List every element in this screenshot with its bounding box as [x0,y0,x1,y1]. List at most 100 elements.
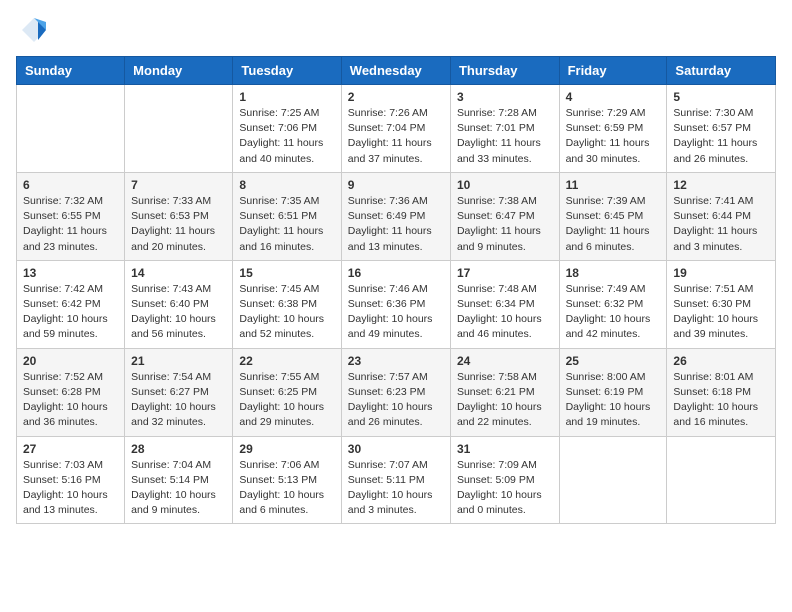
calendar-cell: 18 Sunrise: 7:49 AM Sunset: 6:32 PM Dayli… [559,260,667,348]
calendar-cell: 22 Sunrise: 7:55 AM Sunset: 6:25 PM Dayli… [233,348,341,436]
day-number: 9 [348,178,444,192]
calendar-cell: 30 Sunrise: 7:07 AM Sunset: 5:11 PM Dayli… [341,436,450,524]
calendar-week-row: 20Sunrise: 7:52 AM Sunset: 6:28 PM Dayli… [17,348,776,436]
day-info: Sunrise: 8:01 AM Sunset: 6:18 PM Dayligh… [673,370,769,431]
calendar-cell: 11 Sunrise: 7:39 AM Sunset: 6:45 PM Dayli… [559,172,667,260]
day-info: Sunrise: 7:58 AM Sunset: 6:21 PM Dayligh… [457,370,553,431]
day-info: Sunrise: 7:36 AM Sunset: 6:49 PM Dayligh… [348,194,444,255]
day-info: Sunrise: 7:33 AM Sunset: 6:53 PM Dayligh… [131,194,226,255]
calendar-cell [17,85,125,173]
day-number: 21 [131,354,226,368]
day-info: Sunrise: 7:48 AM Sunset: 6:34 PM Dayligh… [457,282,553,343]
day-number: 28 [131,442,226,456]
day-number: 18 [566,266,661,280]
weekday-header-wednesday: Wednesday [341,57,450,85]
day-number: 3 [457,90,553,104]
day-info: Sunrise: 7:28 AM Sunset: 7:01 PM Dayligh… [457,106,553,167]
calendar-cell: 27 Sunrise: 7:03 AM Sunset: 5:16 PM Dayli… [17,436,125,524]
day-number: 14 [131,266,226,280]
day-number: 23 [348,354,444,368]
weekday-header-monday: Monday [125,57,233,85]
calendar-cell: 26 Sunrise: 8:01 AM Sunset: 6:18 PM Dayli… [667,348,776,436]
weekday-header-saturday: Saturday [667,57,776,85]
calendar-cell: 23Sunrise: 7:57 AM Sunset: 6:23 PM Dayli… [341,348,450,436]
day-info: Sunrise: 7:39 AM Sunset: 6:45 PM Dayligh… [566,194,661,255]
calendar-cell [559,436,667,524]
calendar-week-row: 27 Sunrise: 7:03 AM Sunset: 5:16 PM Dayli… [17,436,776,524]
calendar-cell: 12 Sunrise: 7:41 AM Sunset: 6:44 PM Dayli… [667,172,776,260]
day-info: Sunrise: 7:45 AM Sunset: 6:38 PM Dayligh… [239,282,334,343]
logo [16,16,48,44]
logo-icon [20,16,48,44]
day-info: Sunrise: 7:38 AM Sunset: 6:47 PM Dayligh… [457,194,553,255]
calendar-cell: 13 Sunrise: 7:42 AM Sunset: 6:42 PM Dayli… [17,260,125,348]
calendar-week-row: 1 Sunrise: 7:25 AM Sunset: 7:06 PM Daylig… [17,85,776,173]
weekday-header-friday: Friday [559,57,667,85]
calendar-cell: 19 Sunrise: 7:51 AM Sunset: 6:30 PM Dayli… [667,260,776,348]
calendar-cell: 20Sunrise: 7:52 AM Sunset: 6:28 PM Dayli… [17,348,125,436]
calendar-cell: 5 Sunrise: 7:30 AM Sunset: 6:57 PM Daylig… [667,85,776,173]
day-info: Sunrise: 7:30 AM Sunset: 6:57 PM Dayligh… [673,106,769,167]
day-number: 11 [566,178,661,192]
day-info: Sunrise: 7:09 AM Sunset: 5:09 PM Dayligh… [457,458,553,519]
calendar-cell: 9 Sunrise: 7:36 AM Sunset: 6:49 PM Daylig… [341,172,450,260]
calendar-week-row: 6 Sunrise: 7:32 AM Sunset: 6:55 PM Daylig… [17,172,776,260]
weekday-header-tuesday: Tuesday [233,57,341,85]
day-info: Sunrise: 7:49 AM Sunset: 6:32 PM Dayligh… [566,282,661,343]
day-number: 10 [457,178,553,192]
day-info: Sunrise: 7:29 AM Sunset: 6:59 PM Dayligh… [566,106,661,167]
day-info: Sunrise: 7:46 AM Sunset: 6:36 PM Dayligh… [348,282,444,343]
day-number: 31 [457,442,553,456]
weekday-header-sunday: Sunday [17,57,125,85]
calendar-cell: 17Sunrise: 7:48 AM Sunset: 6:34 PM Dayli… [450,260,559,348]
calendar-cell: 8Sunrise: 7:35 AM Sunset: 6:51 PM Daylig… [233,172,341,260]
day-number: 4 [566,90,661,104]
calendar-cell: 3 Sunrise: 7:28 AM Sunset: 7:01 PM Daylig… [450,85,559,173]
day-number: 25 [566,354,661,368]
calendar-cell: 7 Sunrise: 7:33 AM Sunset: 6:53 PM Daylig… [125,172,233,260]
day-number: 19 [673,266,769,280]
day-number: 29 [239,442,334,456]
calendar-cell: 2 Sunrise: 7:26 AM Sunset: 7:04 PM Daylig… [341,85,450,173]
day-number: 6 [23,178,118,192]
day-info: Sunrise: 7:41 AM Sunset: 6:44 PM Dayligh… [673,194,769,255]
day-info: Sunrise: 8:00 AM Sunset: 6:19 PM Dayligh… [566,370,661,431]
day-info: Sunrise: 7:42 AM Sunset: 6:42 PM Dayligh… [23,282,118,343]
day-number: 15 [239,266,334,280]
day-number: 13 [23,266,118,280]
calendar-cell: 6 Sunrise: 7:32 AM Sunset: 6:55 PM Daylig… [17,172,125,260]
day-info: Sunrise: 7:35 AM Sunset: 6:51 PM Dayligh… [239,194,334,255]
day-info: Sunrise: 7:55 AM Sunset: 6:25 PM Dayligh… [239,370,334,431]
calendar-cell: 14Sunrise: 7:43 AM Sunset: 6:40 PM Dayli… [125,260,233,348]
day-number: 22 [239,354,334,368]
day-number: 26 [673,354,769,368]
day-info: Sunrise: 7:03 AM Sunset: 5:16 PM Dayligh… [23,458,118,519]
calendar-cell [125,85,233,173]
day-number: 2 [348,90,444,104]
day-info: Sunrise: 7:25 AM Sunset: 7:06 PM Dayligh… [239,106,334,167]
day-number: 12 [673,178,769,192]
calendar-cell: 25 Sunrise: 8:00 AM Sunset: 6:19 PM Dayli… [559,348,667,436]
calendar-cell: 24Sunrise: 7:58 AM Sunset: 6:21 PM Dayli… [450,348,559,436]
day-number: 7 [131,178,226,192]
day-number: 16 [348,266,444,280]
day-info: Sunrise: 7:04 AM Sunset: 5:14 PM Dayligh… [131,458,226,519]
calendar-week-row: 13 Sunrise: 7:42 AM Sunset: 6:42 PM Dayli… [17,260,776,348]
calendar-cell: 1 Sunrise: 7:25 AM Sunset: 7:06 PM Daylig… [233,85,341,173]
day-number: 20 [23,354,118,368]
day-number: 5 [673,90,769,104]
calendar-header-row: SundayMondayTuesdayWednesdayThursdayFrid… [17,57,776,85]
calendar-cell: 31 Sunrise: 7:09 AM Sunset: 5:09 PM Dayli… [450,436,559,524]
page-header [16,16,776,44]
calendar-cell: 21Sunrise: 7:54 AM Sunset: 6:27 PM Dayli… [125,348,233,436]
day-info: Sunrise: 7:07 AM Sunset: 5:11 PM Dayligh… [348,458,444,519]
day-number: 30 [348,442,444,456]
calendar-cell: 15 Sunrise: 7:45 AM Sunset: 6:38 PM Dayli… [233,260,341,348]
day-number: 27 [23,442,118,456]
day-info: Sunrise: 7:51 AM Sunset: 6:30 PM Dayligh… [673,282,769,343]
day-info: Sunrise: 7:26 AM Sunset: 7:04 PM Dayligh… [348,106,444,167]
calendar-cell: 10 Sunrise: 7:38 AM Sunset: 6:47 PM Dayli… [450,172,559,260]
day-number: 1 [239,90,334,104]
calendar-table: SundayMondayTuesdayWednesdayThursdayFrid… [16,56,776,524]
day-info: Sunrise: 7:32 AM Sunset: 6:55 PM Dayligh… [23,194,118,255]
